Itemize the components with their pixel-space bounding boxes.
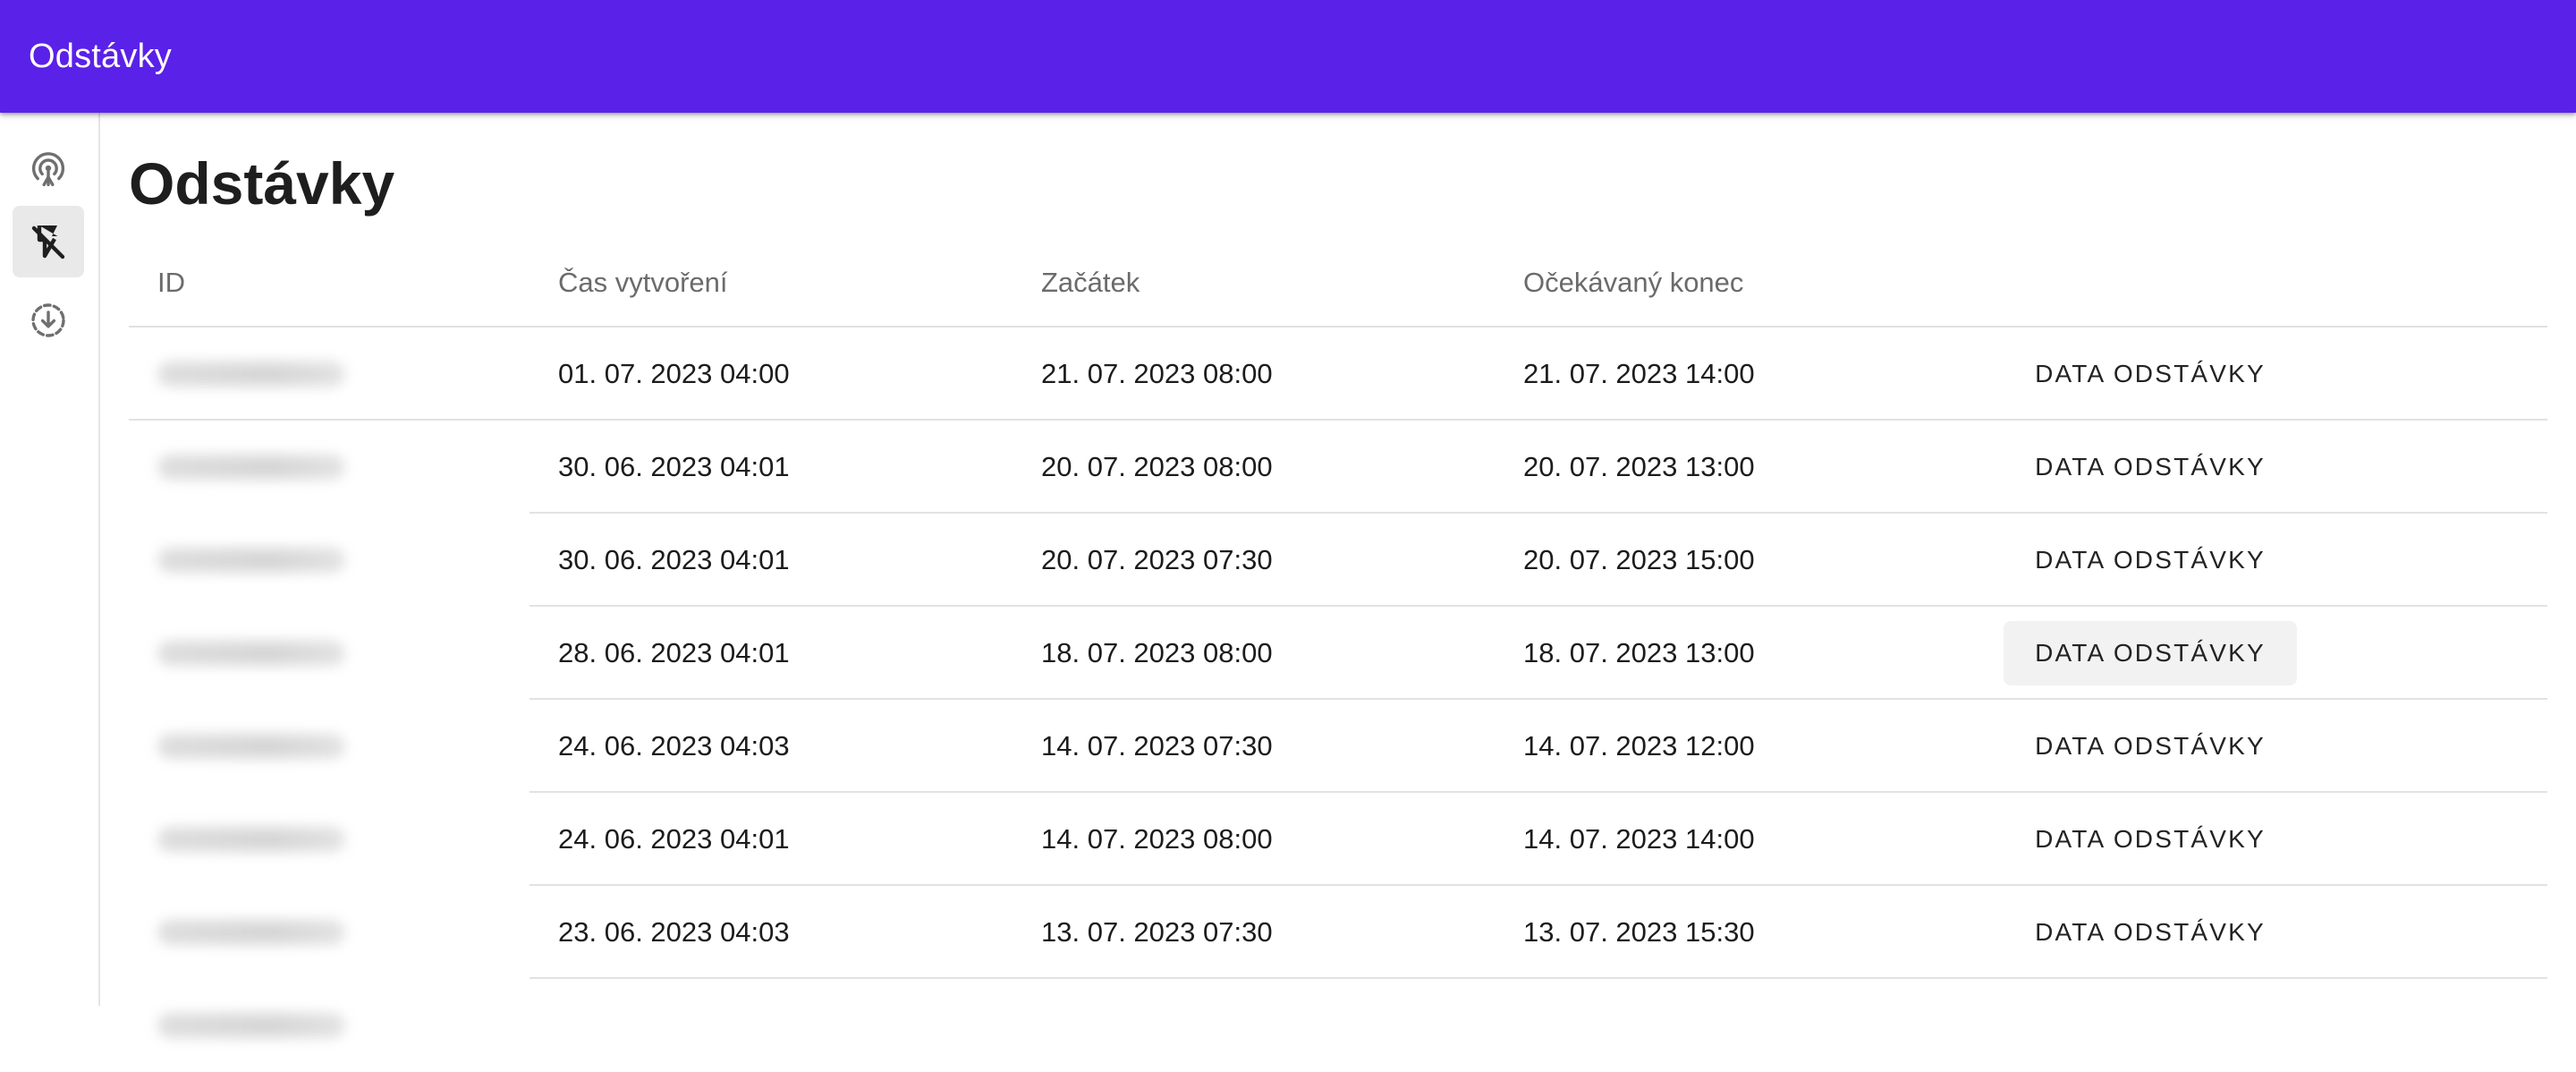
app-title: Odstávky — [29, 38, 172, 75]
download-circle-icon — [31, 303, 65, 337]
header-start[interactable]: Začátek — [1041, 240, 1140, 326]
table-header-row: ID Čas vytvoření Začátek Očekávaný konec — [129, 240, 2547, 328]
table-row: 01. 07. 2023 04:00 21. 07. 2023 08:00 21… — [129, 328, 2547, 421]
header-expected-end[interactable]: Očekávaný konec — [1523, 240, 1743, 326]
sidebar-item-download[interactable] — [13, 285, 84, 356]
start-cell: 18. 07. 2023 08:00 — [1041, 637, 1273, 668]
id-cell-redacted — [157, 548, 345, 573]
app-bar: Odstávky — [0, 0, 2576, 113]
outage-data-button[interactable]: DATA ODSTÁVKY — [2004, 621, 2297, 685]
id-cell-redacted — [157, 641, 345, 666]
start-cell: 14. 07. 2023 08:00 — [1041, 823, 1273, 855]
id-cell-redacted — [157, 920, 345, 945]
end-cell: 20. 07. 2023 13:00 — [1523, 451, 1755, 482]
antenna-signal-icon — [31, 152, 65, 187]
outage-data-button[interactable]: DATA ODSTÁVKY — [2004, 342, 2297, 406]
end-cell: 20. 07. 2023 15:00 — [1523, 544, 1755, 575]
outage-data-button[interactable]: DATA ODSTÁVKY — [2004, 807, 2297, 872]
sidebar — [0, 113, 100, 1006]
table-row — [129, 979, 2547, 1072]
id-cell-redacted — [157, 362, 345, 387]
created-cell: 23. 06. 2023 04:03 — [558, 916, 790, 948]
header-created[interactable]: Čas vytvoření — [558, 240, 728, 326]
page-title: Odstávky — [129, 150, 395, 217]
start-cell: 20. 07. 2023 07:30 — [1041, 544, 1273, 575]
flash-off-icon — [31, 225, 65, 259]
created-cell: 01. 07. 2023 04:00 — [558, 358, 790, 389]
end-cell: 21. 07. 2023 14:00 — [1523, 358, 1755, 389]
created-cell: 30. 06. 2023 04:01 — [558, 451, 790, 482]
created-cell: 28. 06. 2023 04:01 — [558, 637, 790, 668]
sidebar-item-outages[interactable] — [13, 206, 84, 277]
id-cell-redacted — [157, 1013, 345, 1038]
id-cell-redacted — [157, 827, 345, 852]
end-cell: 13. 07. 2023 15:30 — [1523, 916, 1755, 948]
id-cell-redacted — [157, 455, 345, 480]
outage-data-button[interactable]: DATA ODSTÁVKY — [2004, 714, 2297, 778]
sidebar-item-antenna[interactable] — [13, 134, 84, 206]
end-cell: 14. 07. 2023 14:00 — [1523, 823, 1755, 855]
table-row: 28. 06. 2023 04:01 18. 07. 2023 08:00 18… — [129, 607, 2547, 700]
outages-table: ID Čas vytvoření Začátek Očekávaný konec… — [129, 240, 2547, 1072]
table-row: 24. 06. 2023 04:03 14. 07. 2023 07:30 14… — [129, 700, 2547, 793]
table-row: 30. 06. 2023 04:01 20. 07. 2023 07:30 20… — [129, 514, 2547, 607]
table-row: 24. 06. 2023 04:01 14. 07. 2023 08:00 14… — [129, 793, 2547, 886]
created-cell: 24. 06. 2023 04:01 — [558, 823, 790, 855]
outage-data-button[interactable]: DATA ODSTÁVKY — [2004, 528, 2297, 592]
end-cell: 14. 07. 2023 12:00 — [1523, 730, 1755, 761]
start-cell: 14. 07. 2023 07:30 — [1041, 730, 1273, 761]
created-cell: 30. 06. 2023 04:01 — [558, 544, 790, 575]
header-id[interactable]: ID — [157, 240, 185, 326]
start-cell: 21. 07. 2023 08:00 — [1041, 358, 1273, 389]
start-cell: 20. 07. 2023 08:00 — [1041, 451, 1273, 482]
outage-data-button[interactable]: DATA ODSTÁVKY — [2004, 900, 2297, 965]
table-row: 23. 06. 2023 04:03 13. 07. 2023 07:30 13… — [129, 886, 2547, 979]
outage-data-button[interactable]: DATA ODSTÁVKY — [2004, 435, 2297, 499]
id-cell-redacted — [157, 734, 345, 759]
start-cell: 13. 07. 2023 07:30 — [1041, 916, 1273, 948]
created-cell: 24. 06. 2023 04:03 — [558, 730, 790, 761]
end-cell: 18. 07. 2023 13:00 — [1523, 637, 1755, 668]
table-row: 30. 06. 2023 04:01 20. 07. 2023 08:00 20… — [129, 421, 2547, 514]
